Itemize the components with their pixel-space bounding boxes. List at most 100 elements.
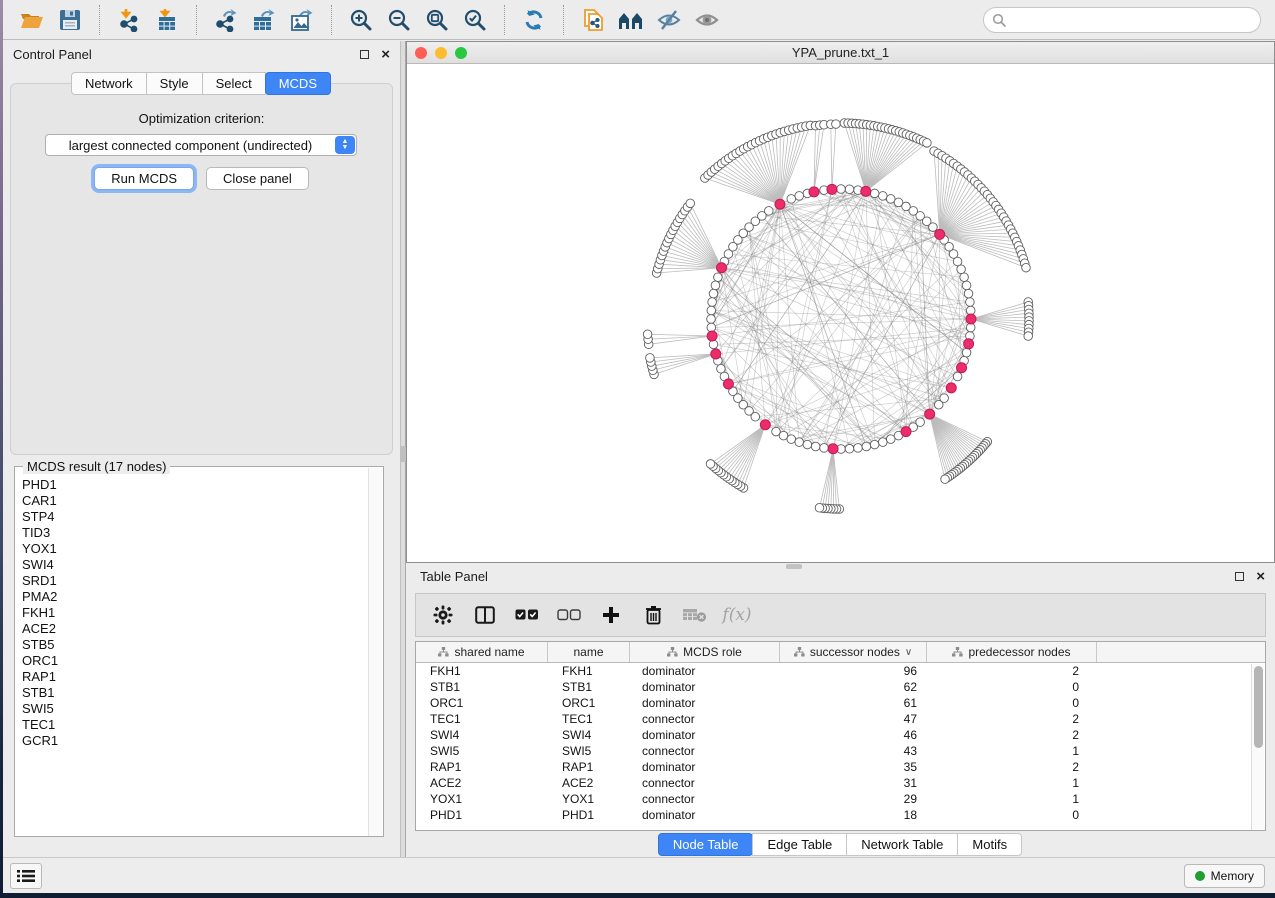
export-table-button[interactable] [245,5,283,35]
tab-mcds[interactable]: MCDS [265,72,331,95]
cell-shared-name[interactable]: PHD1 [416,807,548,823]
cell-predecessor-nodes[interactable]: 1 [927,791,1097,807]
network-canvas[interactable] [407,64,1274,562]
cell-mcds-role[interactable]: connector [630,711,780,727]
column-header-mcds-role[interactable]: MCDS role [630,642,780,662]
import-table-button[interactable] [148,5,186,35]
cell-shared-name[interactable]: FKH1 [416,663,548,679]
select-all-button[interactable] [510,598,544,632]
mcds-node[interactable] [861,186,871,196]
cell-successor-nodes[interactable]: 62 [780,679,927,695]
float-table-panel-icon[interactable] [1235,572,1244,581]
cell-name[interactable]: STB1 [548,679,630,695]
mcds-node[interactable] [711,349,721,359]
cell-mcds-role[interactable]: dominator [630,695,780,711]
mcds-node[interactable] [957,363,967,373]
mcds-result-item[interactable]: YOX1 [16,541,368,557]
cell-name[interactable]: PHD1 [548,807,630,823]
mcds-result-item[interactable]: PMA2 [16,589,368,605]
cell-name[interactable]: YOX1 [548,791,630,807]
mcds-node[interactable] [828,444,838,454]
memory-button[interactable]: Memory [1184,864,1265,888]
table-splitter-grip[interactable] [786,564,802,569]
mcds-result-item[interactable]: SRD1 [16,573,368,589]
cell-predecessor-nodes[interactable]: 2 [927,759,1097,775]
table-row[interactable]: STB1STB1dominator620 [416,679,1252,695]
leaf-node[interactable] [646,354,655,363]
network-node[interactable] [962,348,971,357]
cell-successor-nodes[interactable]: 35 [780,759,927,775]
close-panel-icon[interactable]: × [381,50,390,59]
cell-successor-nodes[interactable]: 96 [780,663,927,679]
tab-style[interactable]: Style [146,72,203,95]
save-session-button[interactable] [51,5,89,35]
export-network-button[interactable] [207,5,245,35]
leaf-node[interactable] [1024,332,1033,341]
cell-shared-name[interactable]: ACE2 [416,775,548,791]
cell-successor-nodes[interactable]: 43 [780,743,927,759]
table-row[interactable]: YOX1YOX1connector291 [416,791,1252,807]
cell-mcds-role[interactable]: connector [630,791,780,807]
cell-shared-name[interactable]: TEC1 [416,711,548,727]
mcds-result-item[interactable]: FKH1 [16,605,368,621]
cell-shared-name[interactable]: STB1 [416,679,548,695]
cell-shared-name[interactable]: ORC1 [416,695,548,711]
zoom-out-button[interactable] [380,5,418,35]
cell-predecessor-nodes[interactable]: 0 [927,679,1097,695]
network-node[interactable] [916,418,925,427]
cell-predecessor-nodes[interactable]: 1 [927,743,1097,759]
search-input[interactable] [1007,10,1260,30]
cell-name[interactable]: SWI5 [548,743,630,759]
network-node[interactable] [966,298,975,307]
network-node[interactable] [862,442,871,451]
cell-shared-name[interactable]: SWI5 [416,743,548,759]
network-node[interactable] [845,185,854,194]
network-node[interactable] [894,198,903,207]
open-file-button[interactable] [13,5,51,35]
export-image-button[interactable] [283,5,321,35]
mcds-node[interactable] [707,331,717,341]
network-node[interactable] [787,195,796,204]
network-node[interactable] [795,438,804,447]
mcds-result-item[interactable]: ORC1 [16,653,368,669]
network-node[interactable] [803,440,812,449]
leaf-node[interactable] [686,199,695,208]
zoom-fit-button[interactable] [418,5,456,35]
table-row[interactable]: ORC1ORC1dominator610 [416,695,1252,711]
hide-selected-button[interactable] [650,5,688,35]
cell-name[interactable]: FKH1 [548,663,630,679]
cell-predecessor-nodes[interactable]: 0 [927,807,1097,823]
network-window-titlebar[interactable]: YPA_prune.txt_1 [407,42,1274,64]
cell-successor-nodes[interactable]: 47 [780,711,927,727]
add-column-button[interactable] [594,598,628,632]
network-node[interactable] [953,372,962,381]
network-node[interactable] [779,431,788,440]
table-row[interactable]: SWI5SWI5connector431 [416,743,1252,759]
network-node[interactable] [870,440,879,449]
leaf-node[interactable] [643,330,652,339]
mcds-node[interactable] [935,229,945,239]
import-network-button[interactable] [110,5,148,35]
network-node[interactable] [717,364,726,373]
cell-predecessor-nodes[interactable]: 2 [927,663,1097,679]
network-node[interactable] [960,273,969,282]
tab-network-table[interactable]: Network Table [846,833,958,856]
zoom-selected-button[interactable] [456,5,494,35]
close-table-panel-icon[interactable]: × [1256,572,1265,581]
network-node[interactable] [795,192,804,201]
mcds-node[interactable] [809,187,819,197]
network-node[interactable] [940,394,949,403]
cell-name[interactable]: SWI4 [548,727,630,743]
first-neighbors-button[interactable] [612,5,650,35]
leaf-node[interactable] [706,460,715,469]
network-node[interactable] [845,444,854,453]
leaf-node[interactable] [923,139,932,148]
delete-column-button[interactable] [636,598,670,632]
scrollbar-thumb[interactable] [1254,666,1263,748]
table-row[interactable]: PHD1PHD1dominator180 [416,807,1252,823]
mcds-result-item[interactable]: STB1 [16,685,368,701]
cell-successor-nodes[interactable]: 18 [780,807,927,823]
cell-successor-nodes[interactable]: 61 [780,695,927,711]
table-row[interactable]: RAP1RAP1dominator352 [416,759,1252,775]
cell-mcds-role[interactable]: dominator [630,807,780,823]
